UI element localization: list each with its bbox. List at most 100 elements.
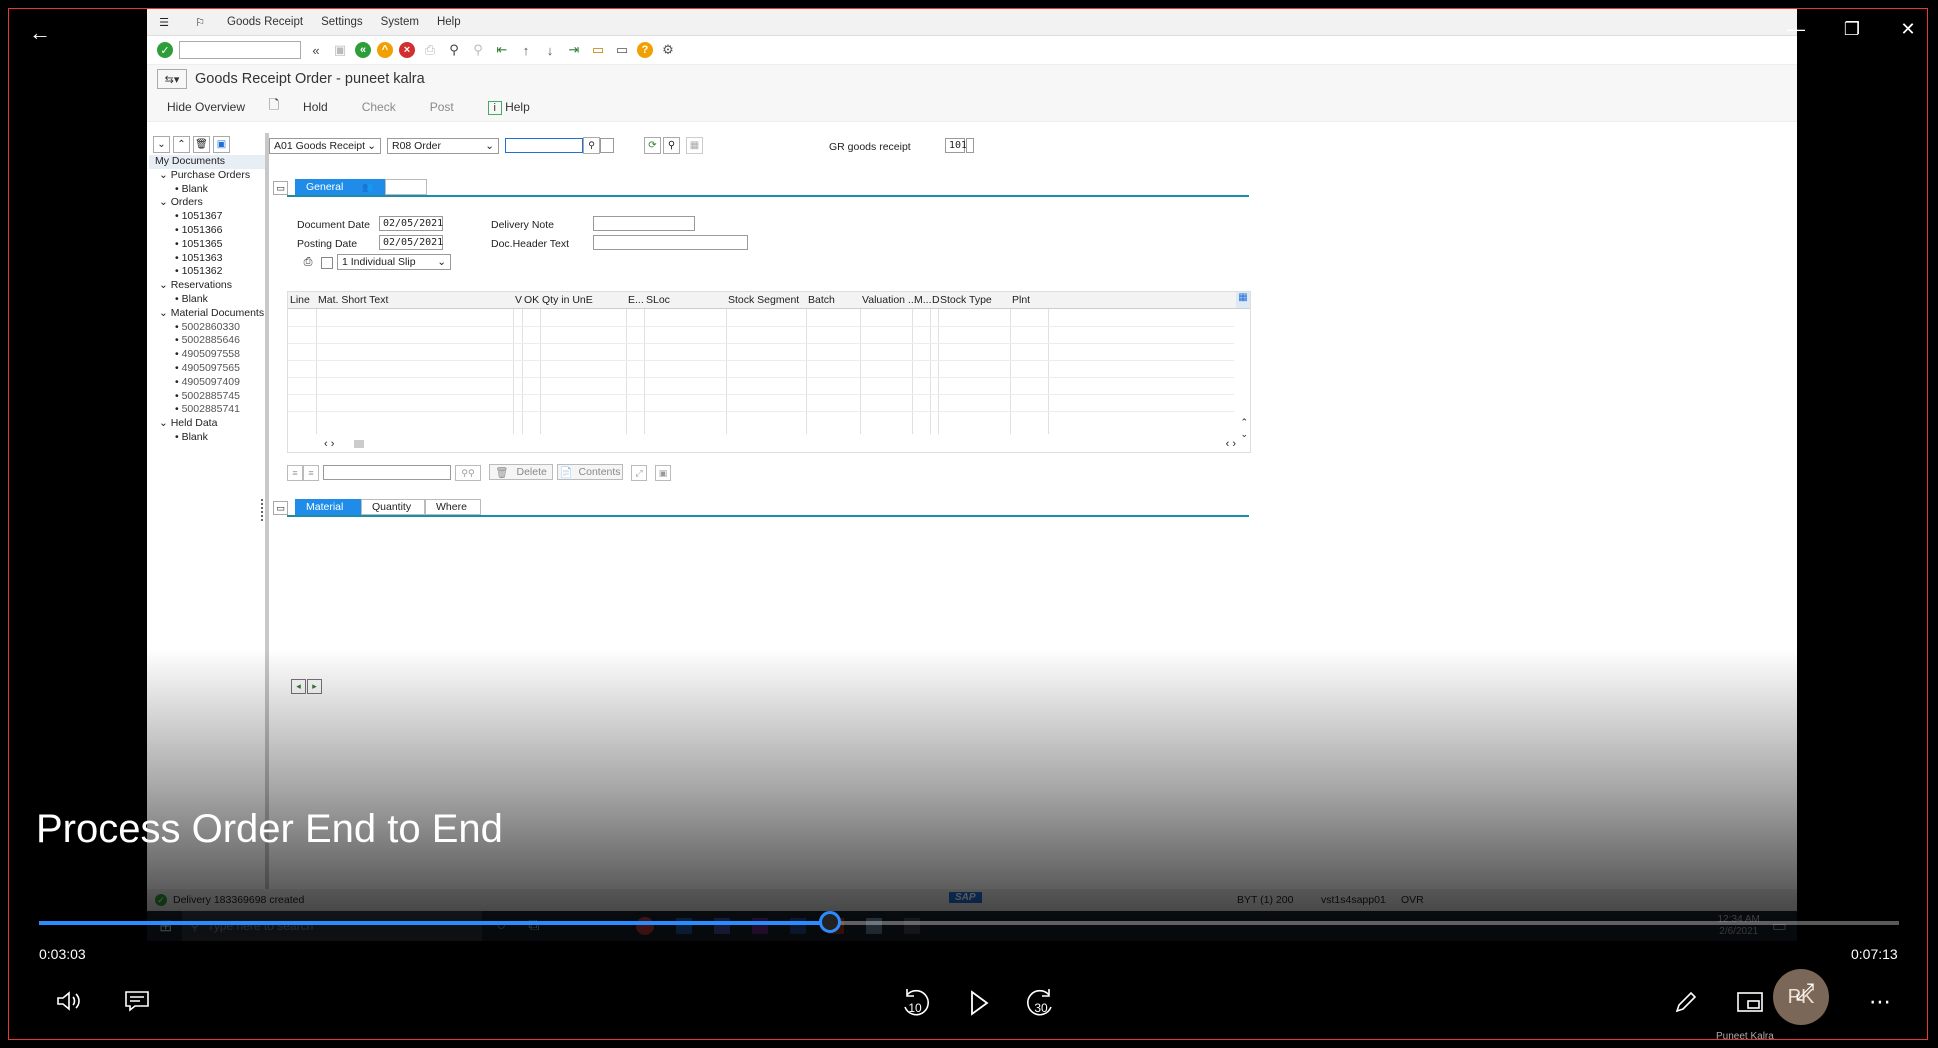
grid-column-header[interactable]: Qty in UnE	[542, 294, 593, 306]
delete-button[interactable]: 🗑 Delete	[489, 464, 553, 480]
hide-overview-button[interactable]: Hide Overview	[167, 100, 245, 114]
seek-handle[interactable]	[818, 911, 841, 933]
grid-column-header[interactable]: M...	[914, 294, 932, 306]
grid-column-header[interactable]: Mat. Short Text	[318, 294, 388, 306]
delivery-note-field[interactable]	[593, 216, 695, 231]
next-page-icon[interactable]: ↓	[541, 41, 559, 59]
posting-date-field[interactable]: 02/05/2021	[379, 235, 443, 250]
restore-icon[interactable]: ❐	[1827, 9, 1877, 49]
scroll-right-icon[interactable]: ‹ ›	[1226, 438, 1236, 450]
tree-item[interactable]: • 4905097565	[155, 362, 265, 376]
menu-help[interactable]: Help	[437, 16, 461, 28]
find-icon[interactable]: ⚲	[445, 41, 463, 59]
grid-column-header[interactable]: Stock Segment	[728, 294, 799, 306]
grid-column-header[interactable]: V	[515, 294, 522, 306]
settings-gear-icon[interactable]: ⚙	[659, 41, 677, 59]
task-view-icon[interactable]: ○	[496, 917, 506, 935]
movement-type-suffix[interactable]	[966, 138, 974, 153]
seek-bar[interactable]	[39, 911, 1899, 933]
collapse-header-icon[interactable]: ▭	[273, 181, 288, 195]
delete-icon[interactable]: 🗑	[193, 135, 210, 153]
taskbar-clock[interactable]: 12:34 AM 2/6/2021	[1718, 914, 1760, 938]
slip-select[interactable]: 1 Individual Slip ⌄	[337, 254, 451, 270]
scroll-up-icon[interactable]: ⌃	[1240, 417, 1248, 428]
tab-material[interactable]: Material	[295, 499, 361, 515]
tree-folder[interactable]: ⌄ Purchase Orders	[155, 169, 265, 183]
fullscreen-expand-icon[interactable]: ⤢	[1795, 979, 1814, 1007]
tree-item[interactable]: • 1051365	[155, 238, 265, 252]
command-field[interactable]	[179, 41, 301, 59]
menu-goods-receipt[interactable]: Goods Receipt	[227, 16, 303, 28]
tree-item[interactable]: • 5002860330	[155, 321, 265, 335]
search-help-icon[interactable]: ⚲	[583, 137, 600, 154]
tree-root[interactable]: My Documents	[149, 155, 265, 169]
new-session-icon[interactable]: ▭	[589, 41, 607, 59]
tree-item[interactable]: • 4905097558	[155, 348, 265, 362]
layout-icon[interactable]: ▣	[213, 135, 230, 153]
tree-item[interactable]: • 1051367	[155, 210, 265, 224]
scroll-left-icon[interactable]: ‹ ›	[324, 438, 334, 450]
align-icon[interactable]: ≡	[287, 465, 303, 481]
shortcut-icon[interactable]: ▭	[613, 41, 631, 59]
tree-folder[interactable]: ⌄ Reservations	[155, 279, 265, 293]
execute-icon[interactable]: ⟳	[644, 137, 661, 154]
contents-button[interactable]: 📄 Contents	[557, 464, 623, 480]
tree-folder[interactable]: ⌄ Material Documents	[155, 307, 265, 321]
back-icon[interactable]: «	[355, 42, 371, 58]
doc-header-text-field[interactable]	[593, 235, 748, 250]
scroll-down-icon[interactable]: ⌄	[1240, 429, 1248, 440]
first-page-icon[interactable]: ⇤	[493, 41, 511, 59]
filter-icon[interactable]: ≡	[303, 465, 319, 481]
menu-settings[interactable]: Settings	[321, 16, 363, 28]
avatar[interactable]: PK ⤢	[1773, 969, 1829, 1025]
grid-column-header[interactable]: E...	[628, 294, 644, 306]
collapse-all-icon[interactable]: ⌃	[173, 135, 190, 153]
menu-icon[interactable]: ☰	[155, 13, 173, 31]
back-double-icon[interactable]: «	[307, 41, 325, 59]
menu-system[interactable]: System	[381, 16, 419, 28]
taskbar-search[interactable]: ⚲ Type here to search	[182, 911, 483, 941]
play-button[interactable]	[961, 985, 997, 1021]
save-icon[interactable]: ▣	[331, 41, 349, 59]
tree-item[interactable]: • Blank	[155, 431, 265, 445]
find-next-icon[interactable]: ⚲	[469, 41, 487, 59]
tab-quantity[interactable]: Quantity	[361, 499, 425, 515]
grid-column-header[interactable]: Plnt	[1012, 294, 1030, 306]
collapse-detail-icon[interactable]: ▭	[273, 501, 288, 515]
expand-all-icon[interactable]: ⌄	[153, 135, 170, 153]
grid-column-header[interactable]: D	[932, 294, 940, 306]
cortana-icon[interactable]: ⧉	[528, 917, 539, 935]
close-icon[interactable]: ✕	[1883, 9, 1927, 49]
tab-where[interactable]: Where	[425, 499, 481, 515]
movement-type-field[interactable]: 101	[945, 138, 967, 153]
cancel-icon[interactable]: ×	[399, 42, 415, 58]
grid-column-header[interactable]: Valuation ...	[862, 294, 917, 306]
ref-doc-select[interactable]: R08 Order ⌄	[387, 137, 499, 154]
detail-icon[interactable]: ▣	[655, 465, 671, 481]
help-button[interactable]: i Help	[487, 100, 530, 115]
column-settings-icon[interactable]: ▦	[1236, 292, 1250, 308]
fullscreen-icon[interactable]: ⤢	[631, 465, 647, 481]
edit-button[interactable]	[1669, 985, 1703, 1019]
tree-item[interactable]: • 1051366	[155, 224, 265, 238]
tree-item[interactable]: • 5002885745	[155, 390, 265, 404]
tab-general[interactable]: General	[295, 179, 351, 195]
document-date-field[interactable]: 02/05/2021	[379, 216, 443, 231]
tab-partners[interactable]: 👥	[351, 179, 385, 195]
tree-item[interactable]: • 4905097409	[155, 376, 265, 390]
app-icon-chrome[interactable]	[635, 917, 654, 935]
tree-item[interactable]: • 1051362	[155, 265, 265, 279]
skip-back-button[interactable]: 10	[895, 983, 935, 1023]
print-checkbox[interactable]	[321, 257, 333, 269]
new-document-icon[interactable]: 🗋	[265, 97, 283, 116]
tree-item[interactable]: • Blank	[155, 183, 265, 197]
tab-blank[interactable]	[385, 179, 427, 195]
exit-icon[interactable]: ^	[377, 42, 393, 58]
post-button[interactable]: Post	[430, 100, 454, 114]
notification-icon[interactable]: ▭	[1772, 916, 1787, 936]
tree-item[interactable]: • 5002885646	[155, 334, 265, 348]
previous-item-icon[interactable]: ◂	[291, 679, 306, 694]
prev-page-icon[interactable]: ↑	[517, 41, 535, 59]
minimize-icon[interactable]: —	[1771, 9, 1821, 49]
grid-column-header[interactable]: Batch	[808, 294, 835, 306]
